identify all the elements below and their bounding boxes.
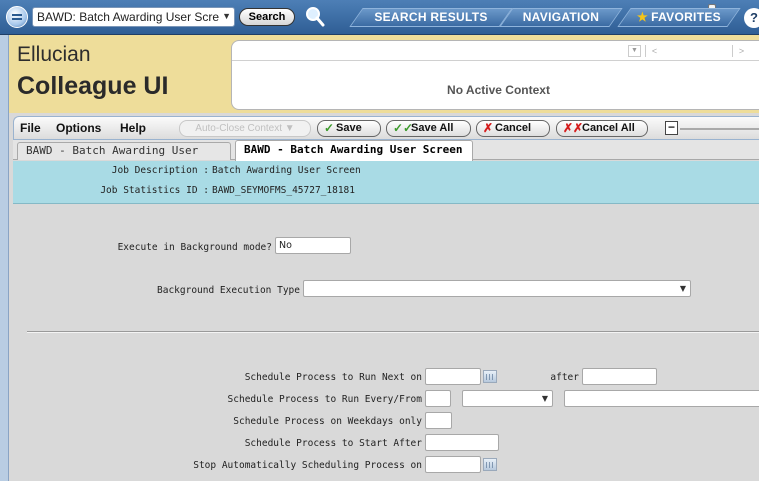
run-every-unit-select[interactable]: ▼ <box>462 390 553 407</box>
magnifier-icon[interactable] <box>303 5 327 29</box>
form-search-value: BAWD: Batch Awarding User Scre <box>37 10 220 24</box>
after-time-field[interactable] <box>582 368 657 385</box>
save-all-button[interactable]: ✓✓ Save All <box>386 120 471 137</box>
context-next-button[interactable]: > <box>732 45 750 57</box>
after-label: after <box>550 372 579 383</box>
form-search-select[interactable]: BAWD: Batch Awarding User Scre ▼ <box>32 7 235 27</box>
stop-scheduling-label: Stop Automatically Scheduling Process on <box>193 460 422 471</box>
chevron-down-icon: ▼ <box>541 394 548 403</box>
calendar-icon[interactable] <box>483 458 497 471</box>
chevron-down-icon[interactable]: ▼ <box>628 45 641 57</box>
context-header-strip: ▼ < > <box>232 41 759 61</box>
save-button[interactable]: ✓ Save <box>317 120 381 137</box>
start-after-label: Schedule Process to Start After <box>244 438 422 449</box>
save-all-label: Save All <box>411 122 454 134</box>
run-next-date-field[interactable] <box>425 368 481 385</box>
top-search-bar: BAWD: Batch Awarding User Scre ▼ Search … <box>0 0 759 35</box>
cancel-all-label: Cancel All <box>582 122 635 134</box>
chevron-down-icon: ▼ <box>222 11 231 21</box>
start-after-field[interactable] <box>425 434 499 451</box>
context-panel: ▼ < > No Active Context <box>231 40 759 110</box>
form-tab-bawd-inactive[interactable]: BAWD - Batch Awarding User Screen <box>17 142 231 173</box>
form-tabs-row: BAWD - Batch Awarding User Screen BAWD -… <box>13 140 759 173</box>
weekdays-only-label: Schedule Process on Weekdays only <box>233 416 422 427</box>
run-every-from-field[interactable] <box>564 390 759 407</box>
tab-navigation-label: NAVIGATION <box>522 10 600 24</box>
star-icon: ★ <box>637 10 649 24</box>
background-type-select[interactable]: ▼ <box>303 280 691 297</box>
menu-help[interactable]: Help <box>120 121 146 135</box>
form-body: Execute in Background mode? No Backgroun… <box>13 204 759 481</box>
brand-product: Colleague UI <box>17 72 169 100</box>
job-info-band: Job Description : Batch Awarding User Sc… <box>13 161 759 204</box>
background-mode-label: Execute in Background mode? <box>117 242 272 253</box>
brand-header: Ellucian Colleague UI ▼ < > No Active Co… <box>9 35 759 113</box>
menu-toolbar: File Options Help Auto-Close Context ▼ ✓… <box>13 116 759 140</box>
checkmark-icon: ✓ <box>324 121 335 135</box>
chevron-down-icon: ▼ <box>679 284 686 293</box>
stop-scheduling-date-field[interactable] <box>425 456 481 473</box>
left-edge-strip <box>0 35 9 481</box>
job-description-label: Job Description : <box>111 165 209 176</box>
weekdays-only-field[interactable] <box>425 412 452 429</box>
brand-company: Ellucian <box>17 43 91 66</box>
app-menu-icon[interactable] <box>6 6 28 28</box>
auto-close-context-select: Auto-Close Context ▼ <box>179 120 311 137</box>
job-description-value: Batch Awarding User Screen <box>212 165 361 176</box>
zoom-slider-track[interactable] <box>680 128 759 130</box>
search-button[interactable]: Search <box>239 8 295 26</box>
context-message: No Active Context <box>447 83 550 97</box>
cancel-button[interactable]: ✗ Cancel <box>476 120 550 137</box>
tab-favorites-label: FAVORITES <box>651 10 721 24</box>
calendar-icon[interactable] <box>483 370 497 383</box>
form-tab-bawd-active[interactable]: BAWD - Batch Awarding User Screen <box>235 140 473 161</box>
run-next-label: Schedule Process to Run Next on <box>244 372 422 383</box>
tab-search-results-label: SEARCH RESULTS <box>374 10 488 24</box>
save-label: Save <box>336 122 362 134</box>
job-description-row: Job Description : Batch Awarding User Sc… <box>13 165 759 179</box>
tab-search-results[interactable]: SEARCH RESULTS <box>356 8 506 27</box>
background-mode-field[interactable]: No <box>275 237 351 254</box>
job-statistics-value: BAWD_SEYMOFMS_45727_18181 <box>212 185 355 196</box>
menu-file[interactable]: File <box>20 121 41 135</box>
help-icon[interactable]: ? <box>744 8 759 28</box>
tab-favorites[interactable]: ★ FAVORITES <box>624 8 734 27</box>
chevron-down-icon: ▼ <box>284 123 295 134</box>
double-x-icon: ✗✗ <box>563 121 584 135</box>
x-icon: ✗ <box>483 121 494 135</box>
tab-navigation[interactable]: NAVIGATION <box>506 8 616 27</box>
auto-close-label: Auto-Close Context <box>195 123 283 134</box>
context-prev-button[interactable]: < <box>645 45 663 57</box>
zoom-out-button[interactable]: − <box>665 121 678 135</box>
cancel-label: Cancel <box>495 122 532 134</box>
section-divider <box>27 331 759 333</box>
menu-options[interactable]: Options <box>56 121 101 135</box>
job-statistics-label: Job Statistics ID : <box>100 185 209 196</box>
cancel-all-button[interactable]: ✗✗ Cancel All <box>556 120 648 137</box>
run-every-count-field[interactable] <box>425 390 451 407</box>
run-every-label: Schedule Process to Run Every/From <box>227 394 422 405</box>
double-checkmark-icon: ✓✓ <box>393 121 414 135</box>
background-type-label: Background Execution Type <box>157 285 300 296</box>
job-statistics-row: Job Statistics ID : BAWD_SEYMOFMS_45727_… <box>13 185 759 199</box>
